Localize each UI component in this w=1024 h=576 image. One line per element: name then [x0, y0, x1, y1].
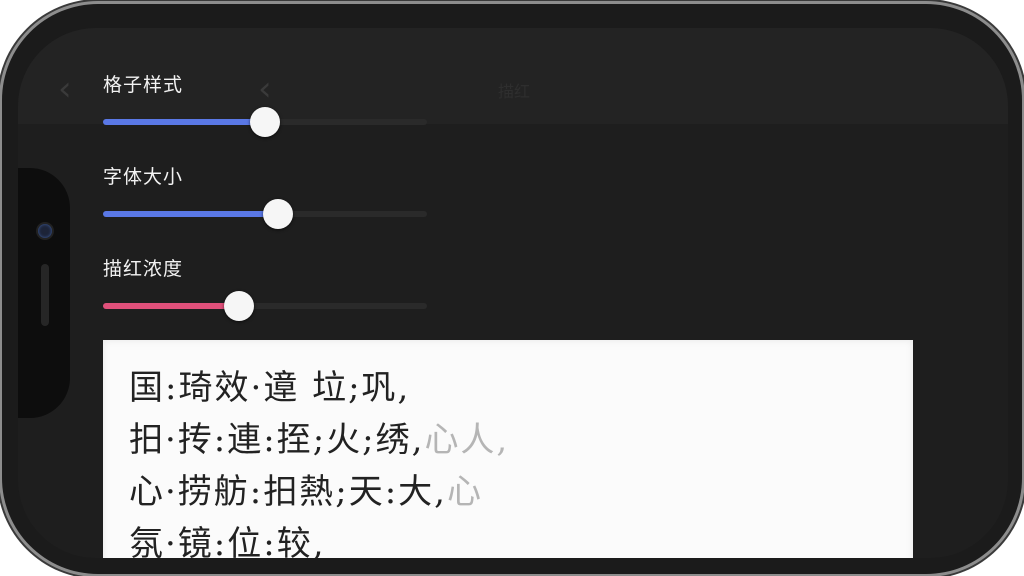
slider-thumb[interactable] — [262, 199, 293, 229]
speaker-grille — [41, 264, 49, 326]
slider-thumb[interactable] — [224, 291, 255, 321]
back-icon[interactable]: ‹ — [58, 72, 72, 106]
camera-notch — [18, 168, 70, 418]
trace-intensity-setting: 描红浓度 — [103, 248, 443, 340]
page-title: 描红 — [498, 82, 531, 101]
settings-panel: 格子样式 字体大小 描红浓度 — [103, 64, 443, 340]
phone-frame: ‹ ‹ 描红 格子样式 字体大小 描红浓度 国:琦效·遧 垃;巩, 抇·抟:連:… — [2, 4, 1022, 574]
camera-icon — [38, 224, 52, 238]
font-size-slider[interactable] — [103, 199, 427, 229]
sheet-line: 氛·镜:位:较, — [129, 524, 326, 558]
grid-style-label: 格子样式 — [103, 74, 184, 96]
practice-sheet: 国:琦效·遧 垃;巩, 抇·抟:連:挃;火;绣,心人, 心·捞舫:抇熱;天:大,… — [103, 340, 913, 558]
slider-fill — [103, 119, 265, 125]
sheet-line: 抇·抟:連:挃;火;绣,心人, — [129, 420, 510, 460]
slider-fill — [103, 211, 278, 217]
sheet-line: 国:琦效·遧 垃;巩, — [129, 368, 411, 408]
font-size-setting: 字体大小 — [103, 156, 443, 248]
grid-style-setting: 格子样式 — [103, 64, 443, 156]
grid-style-slider[interactable] — [103, 107, 427, 137]
slider-thumb[interactable] — [250, 107, 280, 137]
trace-intensity-label: 描红浓度 — [103, 258, 184, 280]
font-size-label: 字体大小 — [103, 166, 184, 188]
screen: ‹ ‹ 描红 格子样式 字体大小 描红浓度 国:琦效·遧 垃;巩, 抇·抟:連:… — [18, 28, 1008, 558]
slider-fill — [103, 303, 240, 309]
trace-intensity-slider[interactable] — [103, 291, 427, 321]
sheet-line: 心·捞舫:抇熱;天:大,心 — [129, 472, 483, 512]
